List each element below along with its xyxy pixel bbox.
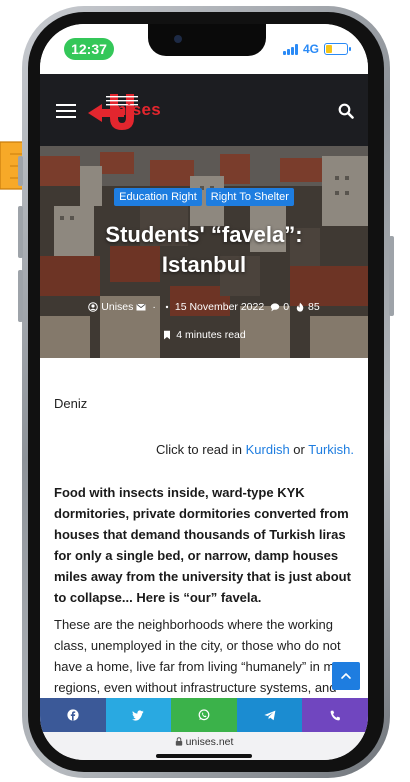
- meta-comments[interactable]: 0: [270, 301, 289, 313]
- twitter-icon: [132, 709, 144, 721]
- meta-views: 85: [295, 301, 320, 313]
- link-turkish[interactable]: Turkish.: [308, 442, 354, 457]
- phone-screen: 12:37 4G nises Education Right Right To …: [40, 24, 368, 760]
- home-indicator[interactable]: [156, 754, 252, 758]
- read-time-text: 4 minutes read: [176, 329, 246, 341]
- stage: 12:37 4G nises Education Right Right To …: [0, 0, 410, 782]
- telegram-icon: [263, 710, 275, 720]
- share-whatsapp-button[interactable]: [171, 698, 237, 732]
- meta-comments-count: 0: [283, 301, 290, 313]
- envelope-icon[interactable]: [136, 302, 146, 312]
- phone-power-button: [389, 236, 394, 316]
- share-telegram-button[interactable]: [236, 698, 303, 732]
- meta-separator: ·: [152, 301, 156, 313]
- search-icon[interactable]: [338, 103, 354, 119]
- share-bar: [40, 698, 368, 732]
- article-meta: Unises · 15 November 2022 0 85: [40, 301, 368, 313]
- share-facebook-button[interactable]: [40, 698, 106, 732]
- clock-icon: [165, 305, 169, 309]
- share-phone-button[interactable]: [302, 698, 368, 732]
- phone-frame: 12:37 4G nises Education Right Right To …: [18, 6, 394, 778]
- meta-date: 15 November 2022: [162, 301, 264, 313]
- phone-volume-down: [18, 270, 23, 322]
- article-title-line-1: Students' “favela”:: [105, 222, 303, 247]
- tag-right-to-shelter[interactable]: Right To Shelter: [205, 188, 294, 206]
- article-title: Students' “favela”: Istanbul: [40, 220, 368, 280]
- status-time: 12:37: [64, 38, 114, 60]
- read-in-prefix: Click to read in: [156, 442, 246, 457]
- whatsapp-icon: [198, 709, 210, 721]
- hero-banner[interactable]: Education Right Right To Shelter Student…: [40, 146, 368, 358]
- back-to-top-button[interactable]: [332, 662, 360, 690]
- phone-icon: [330, 710, 340, 720]
- tag-education-right[interactable]: Education Right: [114, 188, 202, 206]
- camera-icon: [174, 35, 182, 43]
- read-in-or: or: [289, 442, 309, 457]
- lock-icon: [175, 737, 182, 746]
- meta-date-text: 15 November 2022: [174, 301, 265, 313]
- facebook-icon: [67, 709, 79, 721]
- category-tags: Education Right Right To Shelter: [40, 188, 368, 206]
- status-indicators: 4G: [282, 40, 351, 58]
- share-twitter-button[interactable]: [105, 698, 172, 732]
- user-icon: [88, 302, 99, 312]
- article-author: Deniz: [54, 396, 88, 411]
- menu-icon[interactable]: [56, 104, 76, 118]
- status-bar: 12:37 4G: [40, 24, 368, 74]
- site-logo-text[interactable]: nises: [116, 100, 161, 120]
- network-label: 4G: [302, 42, 319, 56]
- link-kurdish[interactable]: Kurdish: [246, 442, 290, 457]
- meta-author[interactable]: Unises: [88, 301, 146, 313]
- article-title-line-2: Istanbul: [161, 252, 247, 277]
- comment-icon: [270, 303, 280, 312]
- site-header: nises: [40, 74, 368, 146]
- dynamic-notch: [148, 24, 266, 56]
- browser-url-text: unises.net: [185, 736, 234, 748]
- browser-url[interactable]: unises.net: [40, 736, 368, 748]
- phone-mute-switch: [18, 156, 23, 186]
- phone-volume-up: [18, 206, 23, 258]
- article-body: Deniz Click to read in Kurdish or Turkis…: [40, 358, 368, 698]
- translation-links: Click to read in Kurdish or Turkish.: [156, 442, 354, 457]
- signal-icon: [282, 43, 298, 55]
- article-lead-paragraph: Food with insects inside, ward-type KYK …: [54, 485, 351, 605]
- article-paragraph: These are the neighborhoods where the wo…: [54, 617, 352, 695]
- browser-address-bar[interactable]: unises.net: [40, 732, 368, 760]
- flame-icon: [296, 302, 304, 312]
- read-time: 4 minutes read: [40, 329, 368, 341]
- battery-icon: [324, 43, 351, 55]
- bookmark-icon: [164, 330, 171, 340]
- meta-views-count: 85: [308, 301, 320, 313]
- meta-author-name: Unises: [101, 301, 134, 313]
- chevron-up-icon: [341, 673, 351, 679]
